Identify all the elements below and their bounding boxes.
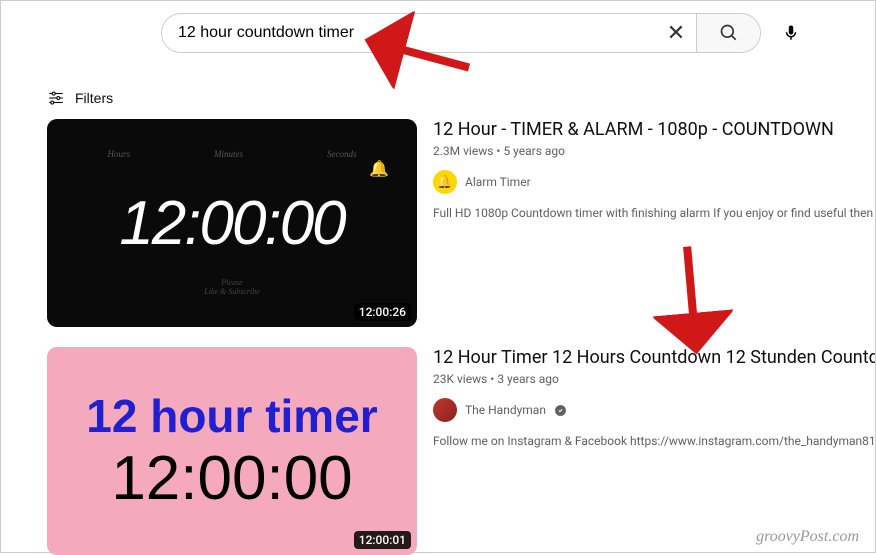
video-meta: 23K views • 3 years ago (433, 372, 875, 386)
search-container: ✕ (161, 13, 761, 53)
channel-name: The Handyman (465, 403, 546, 417)
channel-name: Alarm Timer (465, 175, 531, 189)
verified-icon (554, 403, 568, 417)
video-description: Follow me on Instagram & Facebook https:… (433, 434, 875, 448)
video-thumbnail[interactable]: 12 hour timer 12:00:00 12:00:01 (47, 347, 417, 555)
thumb-labels: Hours Minutes Seconds (66, 149, 399, 159)
filters-button[interactable]: Filters (47, 89, 113, 107)
video-thumbnail[interactable]: Hours Minutes Seconds 🔔 12:00:00 Please … (47, 119, 417, 327)
thumb-time: 12:00:00 (111, 443, 352, 514)
video-duration: 12:00:26 (354, 303, 411, 321)
video-info: 12 Hour Timer 12 Hours Countdown 12 Stun… (433, 347, 875, 555)
search-input[interactable] (162, 14, 656, 52)
video-info: 12 Hour - TIMER & ALARM - 1080p - COUNTD… (433, 119, 875, 327)
microphone-icon (782, 24, 800, 42)
search-bar: ✕ (1, 1, 875, 61)
voice-search-button[interactable] (771, 13, 811, 53)
filters-row: Filters (1, 61, 875, 119)
video-title[interactable]: 12 Hour - TIMER & ALARM - 1080p - COUNTD… (433, 119, 875, 140)
bell-icon: 🔔 (369, 159, 389, 178)
channel-avatar: 🔔 (433, 170, 457, 194)
search-button[interactable] (696, 13, 760, 53)
clear-search-button[interactable]: ✕ (656, 13, 696, 53)
filters-label: Filters (75, 90, 113, 106)
thumb-title: 12 hour timer (86, 389, 377, 443)
filters-icon (47, 89, 65, 107)
watermark: groovyPost.com (756, 528, 859, 546)
channel-avatar (433, 398, 457, 422)
video-duration: 12:00:01 (354, 531, 411, 549)
thumb-subtext: Please Like & Subscribe (204, 278, 260, 297)
video-meta: 2.3M views • 5 years ago (433, 144, 875, 158)
results-list: Hours Minutes Seconds 🔔 12:00:00 Please … (1, 119, 875, 555)
video-description: Full HD 1080p Countdown timer with finis… (433, 206, 875, 220)
search-icon (719, 23, 739, 43)
video-result[interactable]: Hours Minutes Seconds 🔔 12:00:00 Please … (47, 119, 875, 327)
channel-row[interactable]: The Handyman (433, 398, 875, 422)
video-title[interactable]: 12 Hour Timer 12 Hours Countdown 12 Stun… (433, 347, 875, 368)
thumb-time: 12:00:00 (119, 188, 344, 259)
video-result[interactable]: 12 hour timer 12:00:00 12:00:01 12 Hour … (47, 347, 875, 555)
channel-row[interactable]: 🔔 Alarm Timer (433, 170, 875, 194)
close-icon: ✕ (667, 20, 685, 46)
